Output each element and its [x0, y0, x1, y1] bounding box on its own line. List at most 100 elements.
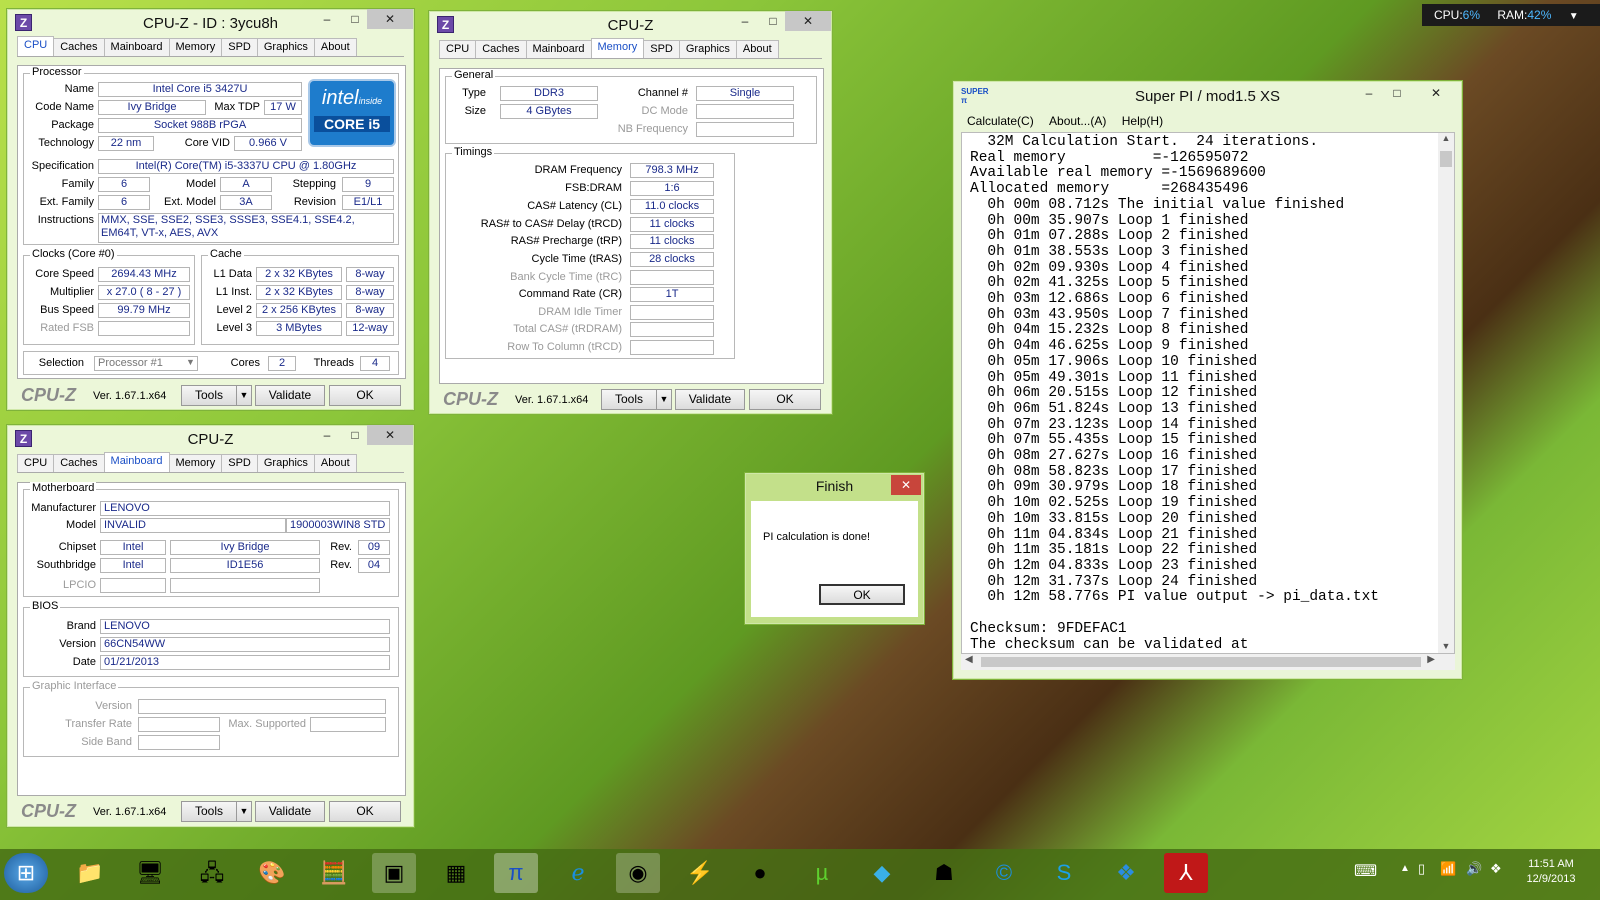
- cpuz-taskbar-icon[interactable]: ▣: [372, 853, 416, 893]
- vertical-scrollbar[interactable]: ▲ ▼: [1438, 133, 1454, 653]
- tab-cpu[interactable]: CPU: [17, 36, 55, 56]
- menu-about[interactable]: About...(A): [1049, 114, 1106, 128]
- tab-cpu[interactable]: CPU: [17, 454, 55, 472]
- validate-button[interactable]: Validate: [675, 389, 745, 410]
- tab-spd[interactable]: SPD: [221, 454, 258, 472]
- maximize-button[interactable]: □: [759, 11, 787, 31]
- tab-spd[interactable]: SPD: [221, 38, 258, 56]
- tab-caches[interactable]: Caches: [53, 38, 105, 56]
- scroll-right-arrow[interactable]: ▶: [1427, 654, 1435, 665]
- tab-mainboard[interactable]: Mainboard: [103, 38, 170, 56]
- lpcio-vendor-value: [100, 578, 166, 593]
- start-button[interactable]: ⊞: [4, 853, 48, 893]
- ok-button[interactable]: OK: [819, 584, 905, 605]
- tab-about[interactable]: About: [313, 454, 357, 472]
- menu-calculate[interactable]: Calculate(C): [967, 114, 1034, 128]
- bios-legend: BIOS: [30, 600, 61, 612]
- superpi-taskbar-icon[interactable]: π: [494, 853, 538, 893]
- minimize-button[interactable]: –: [1355, 83, 1383, 103]
- minimize-button[interactable]: –: [731, 11, 759, 31]
- tools-dropdown-arrow[interactable]: ▼: [236, 385, 252, 406]
- validate-button[interactable]: Validate: [255, 801, 325, 822]
- show-hidden-icons-icon[interactable]: ▲: [1400, 863, 1410, 874]
- tab-memory[interactable]: Memory: [168, 38, 223, 56]
- taskbar-clock[interactable]: 11:51 AM 12/9/2013: [1516, 857, 1586, 887]
- tab-memory[interactable]: Memory: [590, 38, 645, 58]
- gpu-tool-icon[interactable]: ▦: [434, 853, 478, 893]
- horizontal-scrollbar[interactable]: ◀ ▶: [961, 654, 1455, 670]
- tools-button[interactable]: Tools: [181, 385, 237, 406]
- close-button[interactable]: ✕: [785, 11, 831, 31]
- acrobat-icon[interactable]: ⅄: [1164, 853, 1208, 893]
- maximize-button[interactable]: □: [1383, 83, 1411, 103]
- ok-button[interactable]: OK: [749, 389, 821, 410]
- winamp-icon[interactable]: ⚡: [678, 853, 722, 893]
- scroll-down-arrow[interactable]: ▼: [1438, 641, 1454, 651]
- tab-caches[interactable]: Caches: [53, 454, 105, 472]
- tab-memory[interactable]: Memory: [168, 454, 223, 472]
- tab-about[interactable]: About: [735, 40, 779, 58]
- calculator-icon[interactable]: 🧮: [312, 853, 356, 893]
- tab-caches[interactable]: Caches: [475, 40, 527, 58]
- volume-icon[interactable]: 🔊: [1466, 861, 1482, 877]
- ccleaner-icon[interactable]: ©: [982, 853, 1026, 893]
- tools-button[interactable]: Tools: [601, 389, 657, 410]
- tools-dropdown-arrow[interactable]: ▼: [236, 801, 252, 822]
- close-button[interactable]: ✕: [367, 425, 413, 445]
- minimize-button[interactable]: –: [313, 425, 341, 445]
- network-tool-icon[interactable]: 🖧: [190, 853, 234, 893]
- validate-button[interactable]: Validate: [255, 385, 325, 406]
- tab-about[interactable]: About: [313, 38, 357, 56]
- chevron-down-icon[interactable]: ▼: [1569, 11, 1579, 22]
- maximize-button[interactable]: □: [341, 425, 369, 445]
- tab-spd[interactable]: SPD: [643, 40, 680, 58]
- title-bar[interactable]: Finish ✕: [745, 473, 924, 499]
- close-button[interactable]: ✕: [891, 475, 921, 495]
- minimize-button[interactable]: –: [313, 9, 341, 29]
- skype-icon[interactable]: S: [1042, 853, 1086, 893]
- title-bar[interactable]: Z CPU-Z - ID : 3ycu8h – □ ✕: [7, 9, 414, 37]
- dramfreq-value: 798.3 MHz: [630, 163, 714, 178]
- close-button[interactable]: ✕: [367, 9, 413, 29]
- app-icon[interactable]: ●: [738, 853, 782, 893]
- file-explorer-icon[interactable]: 📁: [68, 853, 112, 893]
- tab-graphics[interactable]: Graphics: [256, 38, 315, 56]
- menu-help[interactable]: Help(H): [1122, 114, 1163, 128]
- tools-dropdown-arrow[interactable]: ▼: [656, 389, 672, 410]
- close-button[interactable]: ✕: [1413, 83, 1459, 103]
- ok-button[interactable]: OK: [329, 385, 401, 406]
- ok-button[interactable]: OK: [329, 801, 401, 822]
- idletimer-value: [630, 305, 714, 320]
- cube-app-icon[interactable]: ◆: [860, 853, 904, 893]
- title-bar[interactable]: Z CPU-Z – □ ✕: [7, 425, 414, 453]
- tab-cpu[interactable]: CPU: [439, 40, 477, 58]
- tab-graphics[interactable]: Graphics: [256, 454, 315, 472]
- log-line: 0h 03m 12.686s Loop 6 finished: [970, 291, 1249, 308]
- game-icon[interactable]: ☗: [922, 853, 966, 893]
- tab-graphics[interactable]: Graphics: [678, 40, 737, 58]
- scroll-thumb[interactable]: [1440, 151, 1452, 167]
- utorrent-icon[interactable]: µ: [800, 853, 844, 893]
- battery-icon[interactable]: ▯: [1418, 861, 1425, 877]
- scroll-thumb-h[interactable]: [981, 657, 1421, 667]
- signal-icon[interactable]: 📶: [1440, 861, 1456, 877]
- tab-mainboard[interactable]: Mainboard: [525, 40, 592, 58]
- dropbox-tray-icon[interactable]: ❖: [1490, 861, 1502, 877]
- title-bar[interactable]: SUPER π Super PI / mod1.5 XS – □ ✕: [953, 81, 1462, 111]
- scroll-left-arrow[interactable]: ◀: [965, 654, 973, 665]
- processor-select[interactable]: Processor #1: [94, 356, 198, 371]
- scroll-up-arrow[interactable]: ▲: [1438, 133, 1454, 143]
- keyboard-icon[interactable]: ⌨: [1354, 861, 1377, 881]
- chevron-down-icon[interactable]: ▼: [186, 357, 195, 367]
- maximize-button[interactable]: □: [341, 9, 369, 29]
- paint-icon[interactable]: 🎨: [250, 853, 294, 893]
- title-bar[interactable]: Z CPU-Z – □ ✕: [429, 11, 832, 39]
- chrome-icon[interactable]: ◉: [616, 853, 660, 893]
- dropbox-icon[interactable]: ❖: [1104, 853, 1148, 893]
- internet-explorer-icon[interactable]: ℯ: [556, 853, 600, 893]
- tab-mainboard[interactable]: Mainboard: [103, 452, 170, 472]
- ratedfsb-value: [98, 321, 190, 336]
- task-manager-icon[interactable]: 🖥: [128, 853, 172, 893]
- calculation-log[interactable]: 32M Calculation Start. 24 iterations. Rea…: [961, 132, 1455, 654]
- tools-button[interactable]: Tools: [181, 801, 237, 822]
